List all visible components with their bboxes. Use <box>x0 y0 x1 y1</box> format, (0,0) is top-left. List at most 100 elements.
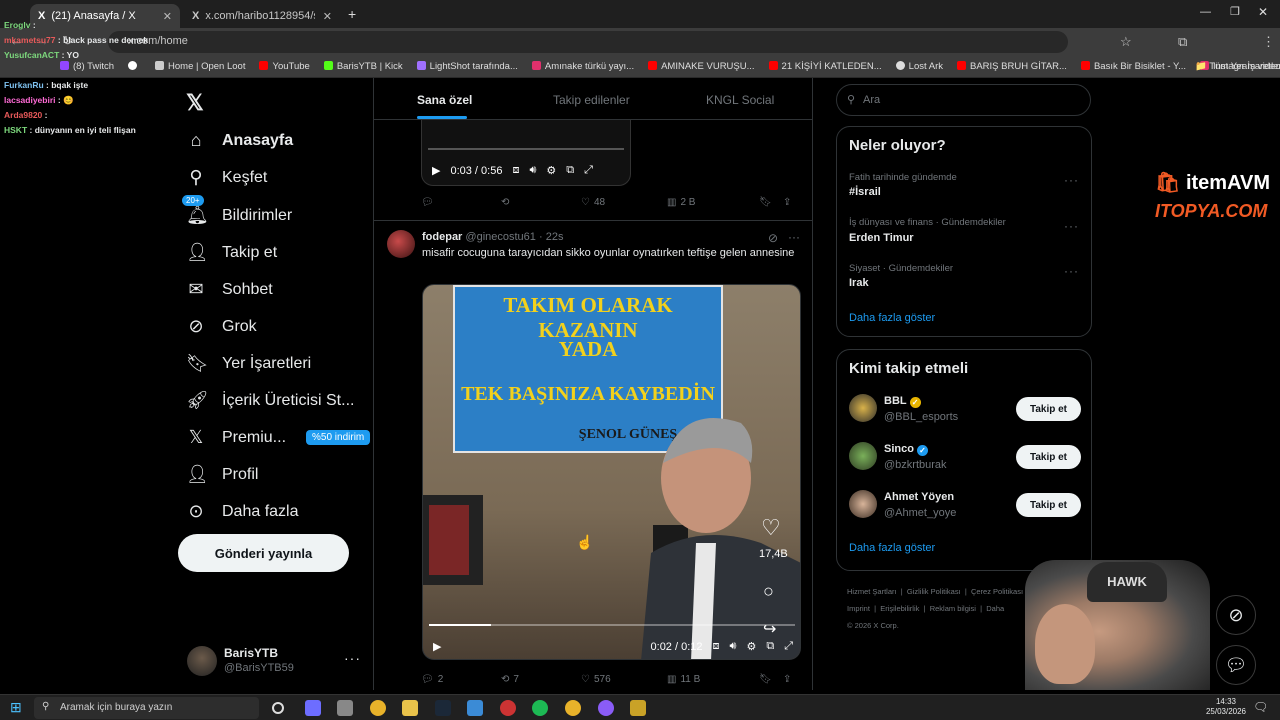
grok-fab[interactable]: ⊘ <box>1216 595 1256 635</box>
follow-button[interactable]: Takip et <box>1016 445 1081 469</box>
follow-suggestion-name[interactable]: Ahmet Yöyen <box>884 491 954 503</box>
volume-icon[interactable]: 🔊︎ <box>730 640 737 653</box>
tab-following[interactable]: Takip edilenler <box>553 93 630 107</box>
all-bookmarks[interactable]: 📁 Tüm Yer İşaretleri <box>1195 61 1280 72</box>
views-button[interactable]: ▥ 2 B <box>667 197 759 208</box>
nav-explore[interactable]: ⚲ Keşfet <box>186 167 267 188</box>
windows-start-icon[interactable]: ⊞ <box>10 699 22 716</box>
extensions-icon[interactable]: ⧉ <box>1178 34 1187 50</box>
captions-icon[interactable]: ⧈ <box>512 164 519 177</box>
volume-icon[interactable]: 🔊︎ <box>529 164 536 177</box>
nav-grok[interactable]: ⊘ Grok <box>186 316 256 337</box>
taskbar-app-icon[interactable] <box>630 700 646 716</box>
chrome-icon[interactable] <box>565 700 581 716</box>
nav-creator-studio[interactable]: 🚀︎ İçerik Üreticisi St... <box>186 390 354 411</box>
footer-link[interactable]: Imprint <box>847 604 870 613</box>
play-icon[interactable]: ▶ <box>433 640 441 653</box>
bookmark-item[interactable]: YouTube <box>259 61 310 72</box>
bookmark-item[interactable]: AMINAKE VURUŞU... <box>648 61 755 72</box>
system-clock[interactable]: 14:33 25/03/2026 <box>1206 697 1246 717</box>
tweet-more-icon[interactable]: ··· <box>788 230 800 244</box>
play-icon[interactable]: ▶ <box>432 164 440 177</box>
nav-notifications[interactable]: 🔔︎ 20+ Bildirimler <box>182 195 292 226</box>
menu-icon[interactable]: ⋮ <box>1262 34 1275 50</box>
taskbar-app-icon[interactable] <box>305 700 321 716</box>
comment-overlay-icon[interactable]: ○ <box>763 581 774 602</box>
follow-suggestion-name[interactable]: Sinco ✓ <box>884 443 928 456</box>
taskbar-app-icon[interactable] <box>598 700 614 716</box>
heart-overlay-icon[interactable]: ♡ <box>761 515 781 541</box>
share-overlay-icon[interactable]: ↪ <box>763 619 776 639</box>
like-button[interactable]: ♡ 576 <box>581 674 667 685</box>
messages-fab[interactable]: 💬︎ <box>1216 645 1256 685</box>
video-progress-track[interactable] <box>429 624 795 626</box>
settings-icon[interactable]: ⚙ <box>746 640 756 653</box>
avatar[interactable] <box>387 230 415 258</box>
task-view-icon[interactable] <box>272 702 284 714</box>
like-button[interactable]: ♡ 48 <box>581 197 667 208</box>
avatar[interactable] <box>849 490 877 518</box>
tab-kngl-social[interactable]: KNGL Social <box>706 93 774 107</box>
trend-more-icon[interactable]: ··· <box>1064 219 1079 233</box>
footer-link[interactable]: Gizlilik Politikası <box>907 587 961 596</box>
show-more-link[interactable]: Daha fazla göster <box>849 312 935 324</box>
footer-link[interactable]: Hizmet Şartları <box>847 587 897 596</box>
nav-follow[interactable]: 👤︎ Takip et <box>186 242 277 263</box>
share-button[interactable]: ⇪ <box>783 674 791 685</box>
taskbar-app-icon[interactable] <box>337 700 353 716</box>
steam-icon[interactable] <box>435 700 451 716</box>
retweet-button[interactable]: ⟲ <box>501 197 581 208</box>
bookmark-item[interactable]: Basık Bir Bisiklet - Y... <box>1080 61 1186 72</box>
bookmark-item[interactable]: LightShot tarafında... <box>416 61 518 72</box>
bookmark-item[interactable]: BARIŞ BRUH GİTAR... <box>957 61 1067 72</box>
bookmark-item[interactable]: Amınake türkü yayı... <box>531 61 634 72</box>
taskbar-app-icon[interactable] <box>500 700 516 716</box>
nav-messages[interactable]: ✉ Sohbet <box>186 279 272 300</box>
bookmark-button[interactable]: 🔖︎ <box>759 197 783 208</box>
tweet-handle[interactable]: @ginecostu61 <box>465 231 536 243</box>
tweet-video[interactable]: TAKIM OLARAK KAZANIN YADA TEK BAŞINIZA K… <box>422 284 801 660</box>
nav-home[interactable]: ⌂ Anasayfa <box>186 130 294 151</box>
retweet-button[interactable]: ⟲ 7 <box>501 674 581 685</box>
footer-link[interactable]: Reklam bilgisi <box>930 604 976 613</box>
close-window-icon[interactable]: ✕ <box>1258 5 1268 19</box>
share-button[interactable]: ⇪ <box>783 197 791 208</box>
reply-button[interactable]: 💬︎ <box>421 197 501 208</box>
notifications-icon[interactable]: 🗨︎ <box>1253 700 1268 714</box>
taskbar-search-input[interactable]: ⚲ Aramak için buraya yazın <box>34 697 259 719</box>
spotify-icon[interactable] <box>532 700 548 716</box>
bookmark-item[interactable]: BarisYTB | Kick <box>323 61 403 72</box>
post-button[interactable]: Gönderi yayınla <box>178 534 349 572</box>
bookmark-item[interactable]: 21 KİŞİYİ KATLEDEN... <box>768 61 882 72</box>
trend-item[interactable]: Erden Timur <box>849 232 914 244</box>
settings-icon[interactable]: ⚙ <box>546 164 556 177</box>
bookmark-item[interactable]: Lost Ark <box>895 61 943 72</box>
avatar[interactable] <box>187 646 217 676</box>
trend-more-icon[interactable]: ··· <box>1064 264 1079 278</box>
nav-premium[interactable]: 𝕏 Premiu... %50 indirim <box>186 427 371 448</box>
follow-button[interactable]: Takip et <box>1016 397 1081 421</box>
nav-profile[interactable]: 👤︎ Profil <box>186 464 258 485</box>
grok-explain-icon[interactable]: ⊘ <box>768 231 778 245</box>
avatar[interactable] <box>849 394 877 422</box>
tab-x-status[interactable]: X x.com/haribo1128954/status/2... ✕ <box>184 4 340 28</box>
tweet-video[interactable]: ▶ 0:03 / 0:56 ⧈ 🔊︎ ⚙ ⧉ ⤢ <box>421 120 631 186</box>
close-tab-icon[interactable]: ✕ <box>323 10 332 23</box>
reply-button[interactable]: 💬︎ 2 <box>421 674 501 685</box>
chrome-icon[interactable] <box>370 700 386 716</box>
nav-more[interactable]: ⊙ Daha fazla <box>186 501 298 522</box>
trend-item[interactable]: Irak <box>849 277 869 289</box>
x-logo-icon[interactable]: 𝕏 <box>186 90 204 116</box>
restore-icon[interactable]: ❐ <box>1230 5 1240 18</box>
new-tab-icon[interactable]: + <box>348 6 356 22</box>
trend-more-icon[interactable]: ··· <box>1064 173 1079 187</box>
video-progress-track[interactable] <box>428 148 624 150</box>
pip-icon[interactable]: ⧉ <box>566 164 574 177</box>
url-input[interactable]: x.com/home <box>108 31 1068 53</box>
follow-button[interactable]: Takip et <box>1016 493 1081 517</box>
account-more-icon[interactable]: ··· <box>344 650 361 666</box>
trend-item[interactable]: #İsrail <box>849 186 881 198</box>
tweet-time[interactable]: 22s <box>546 231 564 243</box>
tab-for-you[interactable]: Sana özel <box>417 93 472 107</box>
footer-link[interactable]: Erişilebilirlik <box>880 604 919 613</box>
